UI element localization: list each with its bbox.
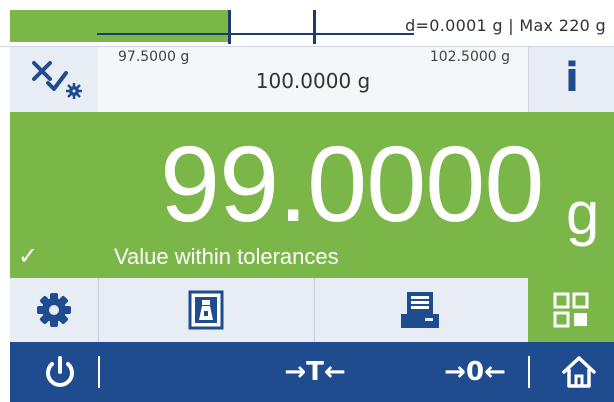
print-button[interactable] bbox=[314, 278, 528, 342]
grid-icon bbox=[553, 292, 589, 328]
weight-unit: g bbox=[566, 180, 600, 247]
tolerance-gauge bbox=[10, 10, 414, 42]
home-icon bbox=[562, 356, 596, 388]
home-button[interactable] bbox=[544, 342, 614, 402]
tolerance-limits-panel: 97.5000 g 100.0000 g 102.5000 g bbox=[98, 47, 528, 113]
tolerance-settings-icon bbox=[32, 61, 82, 99]
info-button[interactable]: i bbox=[528, 47, 614, 113]
tolerance-gauge-track bbox=[97, 33, 414, 35]
lower-tolerance-limit: 97.5000 g bbox=[118, 49, 190, 65]
nav-separator bbox=[98, 356, 100, 388]
readability-capacity-info: d=0.0001 g | Max 220 g bbox=[405, 16, 606, 35]
power-icon bbox=[46, 356, 74, 387]
soft-key-row bbox=[10, 278, 614, 342]
weight-value: 99.0000 bbox=[160, 123, 544, 244]
zero-label: →0← bbox=[444, 357, 506, 387]
tare-label: →T← bbox=[284, 357, 346, 387]
tolerance-lower-marker bbox=[228, 10, 231, 44]
weight-result-panel: 99.0000 g ✓ Value within tolerances bbox=[10, 112, 614, 278]
tolerance-settings-button[interactable] bbox=[10, 47, 99, 113]
power-button[interactable] bbox=[30, 342, 90, 402]
tolerance-target-marker bbox=[313, 10, 316, 44]
status-bar: d=0.0001 g | Max 220 g bbox=[0, 0, 614, 46]
printer-icon bbox=[401, 292, 439, 328]
apps-button[interactable] bbox=[528, 278, 614, 342]
info-icon: i bbox=[565, 55, 579, 101]
tare-button[interactable]: →T← bbox=[260, 342, 370, 402]
target-weight: 100.0000 g bbox=[255, 69, 371, 93]
check-icon: ✓ bbox=[18, 242, 39, 270]
settings-button[interactable] bbox=[10, 278, 99, 342]
zero-button[interactable]: →0← bbox=[420, 342, 530, 402]
tolerance-status-text: Value within tolerances bbox=[114, 244, 339, 269]
weight-icon bbox=[188, 290, 224, 330]
gear-icon bbox=[37, 293, 71, 327]
tolerance-header: 97.5000 g 100.0000 g 102.5000 g i bbox=[0, 46, 614, 113]
weighing-method-button[interactable] bbox=[98, 278, 315, 342]
tolerance-gauge-fill bbox=[10, 10, 231, 42]
bottom-navigation: →T← →0← bbox=[10, 342, 614, 402]
nav-separator bbox=[528, 356, 530, 388]
upper-tolerance-limit: 102.5000 g bbox=[429, 49, 510, 65]
